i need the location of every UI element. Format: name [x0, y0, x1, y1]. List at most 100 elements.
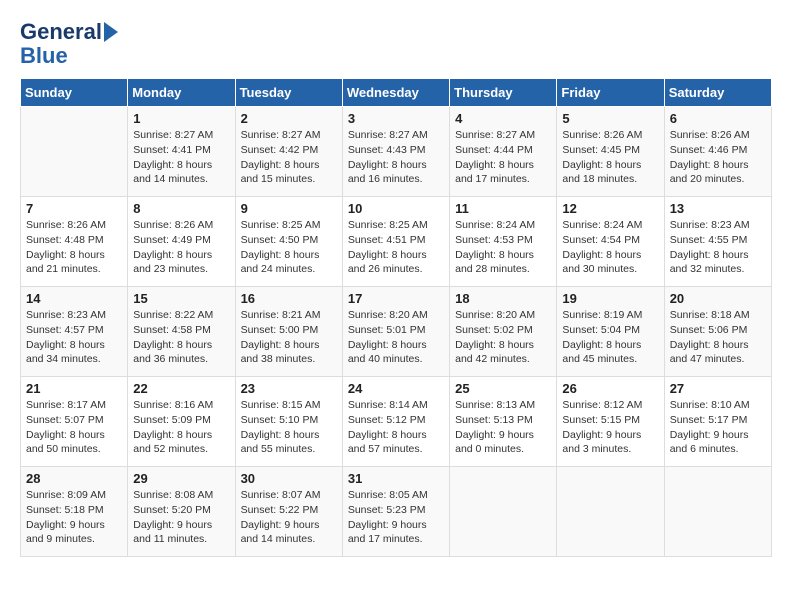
calendar-week-row: 1 Sunrise: 8:27 AM Sunset: 4:41 PM Daylig…	[21, 107, 772, 197]
day-number: 5	[562, 111, 658, 126]
header-day-saturday: Saturday	[664, 79, 771, 107]
calendar-cell	[21, 107, 128, 197]
calendar-cell: 20 Sunrise: 8:18 AM Sunset: 5:06 PM Dayli…	[664, 287, 771, 377]
day-number: 14	[26, 291, 122, 306]
day-info: Sunrise: 8:18 AM Sunset: 5:06 PM Dayligh…	[670, 308, 766, 367]
calendar-cell: 7Sunrise: 8:26 AM Sunset: 4:48 PM Daylig…	[21, 197, 128, 287]
day-info: Sunrise: 8:16 AM Sunset: 5:09 PM Dayligh…	[133, 398, 229, 457]
day-info: Sunrise: 8:24 AM Sunset: 4:53 PM Dayligh…	[455, 218, 551, 277]
calendar-cell: 3 Sunrise: 8:27 AM Sunset: 4:43 PM Daylig…	[342, 107, 449, 197]
day-info: Sunrise: 8:26 AM Sunset: 4:46 PM Dayligh…	[670, 128, 766, 187]
calendar-cell: 1 Sunrise: 8:27 AM Sunset: 4:41 PM Daylig…	[128, 107, 235, 197]
calendar-cell: 27Sunrise: 8:10 AM Sunset: 5:17 PM Dayli…	[664, 377, 771, 467]
day-number: 29	[133, 471, 229, 486]
day-info: Sunrise: 8:27 AM Sunset: 4:44 PM Dayligh…	[455, 128, 551, 187]
calendar-header-row: SundayMondayTuesdayWednesdayThursdayFrid…	[21, 79, 772, 107]
day-info: Sunrise: 8:05 AM Sunset: 5:23 PM Dayligh…	[348, 488, 444, 547]
calendar-cell	[557, 467, 664, 557]
calendar-cell: 9 Sunrise: 8:25 AM Sunset: 4:50 PM Daylig…	[235, 197, 342, 287]
day-number: 12	[562, 201, 658, 216]
day-number: 2	[241, 111, 337, 126]
header-day-tuesday: Tuesday	[235, 79, 342, 107]
day-number: 26	[562, 381, 658, 396]
day-number: 22	[133, 381, 229, 396]
calendar-cell: 29 Sunrise: 8:08 AM Sunset: 5:20 PM Dayli…	[128, 467, 235, 557]
calendar-cell: 18 Sunrise: 8:20 AM Sunset: 5:02 PM Dayli…	[450, 287, 557, 377]
day-info: Sunrise: 8:17 AM Sunset: 5:07 PM Dayligh…	[26, 398, 122, 457]
day-info: Sunrise: 8:19 AM Sunset: 5:04 PM Dayligh…	[562, 308, 658, 367]
day-info: Sunrise: 8:12 AM Sunset: 5:15 PM Dayligh…	[562, 398, 658, 457]
calendar-cell: 4 Sunrise: 8:27 AM Sunset: 4:44 PM Daylig…	[450, 107, 557, 197]
calendar-cell: 2 Sunrise: 8:27 AM Sunset: 4:42 PM Daylig…	[235, 107, 342, 197]
day-info: Sunrise: 8:27 AM Sunset: 4:42 PM Dayligh…	[241, 128, 337, 187]
day-number: 30	[241, 471, 337, 486]
day-info: Sunrise: 8:15 AM Sunset: 5:10 PM Dayligh…	[241, 398, 337, 457]
calendar-cell: 17 Sunrise: 8:20 AM Sunset: 5:01 PM Dayli…	[342, 287, 449, 377]
header-day-wednesday: Wednesday	[342, 79, 449, 107]
day-info: Sunrise: 8:25 AM Sunset: 4:50 PM Dayligh…	[241, 218, 337, 277]
logo-text: General	[20, 20, 102, 44]
logo-arrow-icon	[104, 22, 118, 42]
calendar-cell: 21Sunrise: 8:17 AM Sunset: 5:07 PM Dayli…	[21, 377, 128, 467]
day-info: Sunrise: 8:21 AM Sunset: 5:00 PM Dayligh…	[241, 308, 337, 367]
calendar-cell: 11 Sunrise: 8:24 AM Sunset: 4:53 PM Dayli…	[450, 197, 557, 287]
day-info: Sunrise: 8:23 AM Sunset: 4:57 PM Dayligh…	[26, 308, 122, 367]
day-number: 15	[133, 291, 229, 306]
day-info: Sunrise: 8:22 AM Sunset: 4:58 PM Dayligh…	[133, 308, 229, 367]
day-number: 3	[348, 111, 444, 126]
calendar-week-row: 7Sunrise: 8:26 AM Sunset: 4:48 PM Daylig…	[21, 197, 772, 287]
day-number: 4	[455, 111, 551, 126]
day-info: Sunrise: 8:10 AM Sunset: 5:17 PM Dayligh…	[670, 398, 766, 457]
day-info: Sunrise: 8:26 AM Sunset: 4:49 PM Dayligh…	[133, 218, 229, 277]
page-header: General Blue	[20, 20, 772, 68]
calendar-cell: 25 Sunrise: 8:13 AM Sunset: 5:13 PM Dayli…	[450, 377, 557, 467]
day-number: 10	[348, 201, 444, 216]
day-info: Sunrise: 8:26 AM Sunset: 4:45 PM Dayligh…	[562, 128, 658, 187]
calendar-cell: 13 Sunrise: 8:23 AM Sunset: 4:55 PM Dayli…	[664, 197, 771, 287]
day-info: Sunrise: 8:20 AM Sunset: 5:01 PM Dayligh…	[348, 308, 444, 367]
day-number: 20	[670, 291, 766, 306]
calendar-cell: 16 Sunrise: 8:21 AM Sunset: 5:00 PM Dayli…	[235, 287, 342, 377]
day-number: 9	[241, 201, 337, 216]
calendar-cell: 15 Sunrise: 8:22 AM Sunset: 4:58 PM Dayli…	[128, 287, 235, 377]
header-day-thursday: Thursday	[450, 79, 557, 107]
calendar-cell: 22 Sunrise: 8:16 AM Sunset: 5:09 PM Dayli…	[128, 377, 235, 467]
calendar-week-row: 28Sunrise: 8:09 AM Sunset: 5:18 PM Dayli…	[21, 467, 772, 557]
calendar-cell	[450, 467, 557, 557]
day-number: 11	[455, 201, 551, 216]
day-info: Sunrise: 8:20 AM Sunset: 5:02 PM Dayligh…	[455, 308, 551, 367]
day-number: 6	[670, 111, 766, 126]
calendar-cell: 31 Sunrise: 8:05 AM Sunset: 5:23 PM Dayli…	[342, 467, 449, 557]
day-number: 23	[241, 381, 337, 396]
calendar-cell	[664, 467, 771, 557]
day-info: Sunrise: 8:13 AM Sunset: 5:13 PM Dayligh…	[455, 398, 551, 457]
day-number: 19	[562, 291, 658, 306]
calendar-cell: 8Sunrise: 8:26 AM Sunset: 4:49 PM Daylig…	[128, 197, 235, 287]
day-info: Sunrise: 8:27 AM Sunset: 4:43 PM Dayligh…	[348, 128, 444, 187]
day-info: Sunrise: 8:08 AM Sunset: 5:20 PM Dayligh…	[133, 488, 229, 547]
calendar-cell: 14 Sunrise: 8:23 AM Sunset: 4:57 PM Dayli…	[21, 287, 128, 377]
day-number: 17	[348, 291, 444, 306]
day-number: 31	[348, 471, 444, 486]
header-day-sunday: Sunday	[21, 79, 128, 107]
day-info: Sunrise: 8:23 AM Sunset: 4:55 PM Dayligh…	[670, 218, 766, 277]
calendar-cell: 19 Sunrise: 8:19 AM Sunset: 5:04 PM Dayli…	[557, 287, 664, 377]
day-info: Sunrise: 8:27 AM Sunset: 4:41 PM Dayligh…	[133, 128, 229, 187]
day-info: Sunrise: 8:24 AM Sunset: 4:54 PM Dayligh…	[562, 218, 658, 277]
day-number: 24	[348, 381, 444, 396]
header-day-friday: Friday	[557, 79, 664, 107]
calendar-cell: 10 Sunrise: 8:25 AM Sunset: 4:51 PM Dayli…	[342, 197, 449, 287]
day-number: 18	[455, 291, 551, 306]
day-number: 13	[670, 201, 766, 216]
day-number: 25	[455, 381, 551, 396]
calendar-cell: 23 Sunrise: 8:15 AM Sunset: 5:10 PM Dayli…	[235, 377, 342, 467]
calendar-cell: 24 Sunrise: 8:14 AM Sunset: 5:12 PM Dayli…	[342, 377, 449, 467]
day-info: Sunrise: 8:14 AM Sunset: 5:12 PM Dayligh…	[348, 398, 444, 457]
day-number: 1	[133, 111, 229, 126]
day-info: Sunrise: 8:07 AM Sunset: 5:22 PM Dayligh…	[241, 488, 337, 547]
calendar-cell: 30 Sunrise: 8:07 AM Sunset: 5:22 PM Dayli…	[235, 467, 342, 557]
calendar-cell: 12 Sunrise: 8:24 AM Sunset: 4:54 PM Dayli…	[557, 197, 664, 287]
day-number: 16	[241, 291, 337, 306]
day-info: Sunrise: 8:25 AM Sunset: 4:51 PM Dayligh…	[348, 218, 444, 277]
day-info: Sunrise: 8:09 AM Sunset: 5:18 PM Dayligh…	[26, 488, 122, 547]
